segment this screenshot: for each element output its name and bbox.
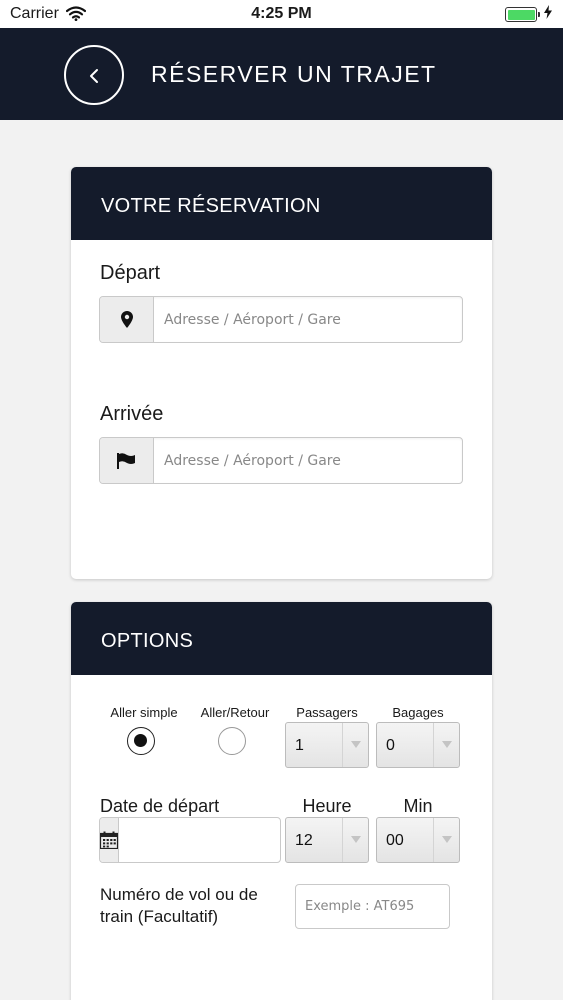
date-input[interactable] bbox=[119, 818, 280, 862]
options-header: OPTIONS bbox=[71, 602, 492, 675]
charging-bolt-icon bbox=[544, 5, 552, 24]
page-title: RÉSERVER UN TRAJET bbox=[151, 61, 437, 87]
departure-input[interactable] bbox=[154, 297, 462, 342]
navigation-bar: RÉSERVER UN TRAJET bbox=[0, 28, 563, 120]
departure-field bbox=[99, 296, 463, 343]
battery-icon bbox=[505, 7, 540, 22]
one-way-label: Aller simple bbox=[110, 705, 178, 720]
round-trip-label: Aller/Retour bbox=[200, 705, 270, 720]
dropdown-caret-icon bbox=[342, 723, 368, 767]
map-marker-icon bbox=[100, 297, 154, 342]
battery-tip bbox=[538, 12, 540, 17]
reservation-card: VOTRE RÉSERVATION Départ Arrivée bbox=[71, 167, 492, 579]
one-way-radio[interactable] bbox=[127, 727, 155, 755]
arrival-field bbox=[99, 437, 463, 484]
luggage-value: 0 bbox=[386, 737, 395, 754]
hour-select[interactable]: 12 bbox=[285, 817, 369, 863]
luggage-select[interactable]: 0 bbox=[376, 722, 460, 768]
battery-level bbox=[507, 9, 535, 20]
minute-label: Min bbox=[403, 796, 433, 816]
round-trip-radio[interactable] bbox=[218, 727, 246, 755]
status-bar: Carrier 4:25 PM bbox=[0, 0, 563, 28]
date-label: Date de départ bbox=[100, 796, 220, 816]
reservation-header: VOTRE RÉSERVATION bbox=[71, 167, 492, 240]
passengers-value: 1 bbox=[295, 737, 304, 754]
minute-value: 00 bbox=[386, 832, 404, 849]
hour-value: 12 bbox=[295, 832, 313, 849]
departure-label: Départ bbox=[100, 262, 161, 284]
status-time: 4:25 PM bbox=[251, 5, 312, 22]
dropdown-caret-icon bbox=[342, 818, 368, 862]
arrival-input[interactable] bbox=[154, 438, 462, 483]
date-field bbox=[99, 817, 281, 863]
passengers-label: Passagers bbox=[296, 705, 358, 720]
flight-number-label: Numéro de vol ou de train (Facultatif) bbox=[100, 885, 258, 926]
calendar-icon bbox=[100, 818, 119, 862]
back-button[interactable] bbox=[64, 45, 124, 105]
options-card: OPTIONS Aller simple Aller/Retour Passag… bbox=[71, 602, 492, 1000]
luggage-label: Bagages bbox=[392, 705, 444, 720]
chevron-left-icon bbox=[90, 69, 98, 83]
flight-number-input[interactable] bbox=[295, 884, 450, 929]
minute-select[interactable]: 00 bbox=[376, 817, 460, 863]
hour-label: Heure bbox=[302, 796, 352, 816]
dropdown-caret-icon bbox=[433, 723, 459, 767]
arrival-label: Arrivée bbox=[100, 403, 164, 425]
flag-icon bbox=[100, 438, 154, 483]
passengers-select[interactable]: 1 bbox=[285, 722, 369, 768]
dropdown-caret-icon bbox=[433, 818, 459, 862]
